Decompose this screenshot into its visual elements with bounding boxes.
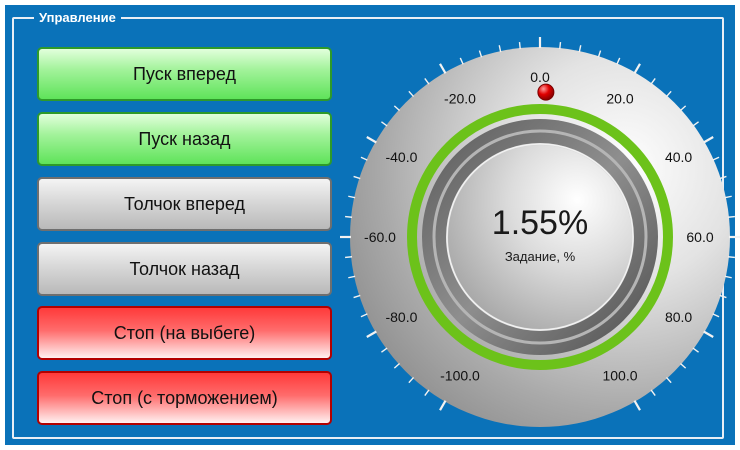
dial-minor-tick [665, 90, 672, 98]
dial-minor-tick [345, 215, 353, 218]
dial-minor-tick [679, 105, 687, 112]
dial-minor-tick [712, 313, 720, 318]
dial-minor-tick [665, 376, 672, 384]
dial-minor-tick [424, 78, 430, 85]
dial-minor-tick [381, 347, 388, 353]
dial-minor-tick [712, 156, 720, 161]
dial-minor-tick [381, 121, 388, 127]
dial-major-tick [703, 136, 714, 144]
dial-major-tick [703, 330, 714, 338]
dial-minor-tick [424, 389, 430, 396]
dial-minor-tick [719, 175, 727, 180]
dial-major-tick [633, 63, 641, 74]
dial-minor-tick [345, 256, 353, 259]
dial-scale-label: 80.0 [665, 309, 692, 325]
dial-caption: Задание, % [505, 249, 576, 264]
dial-scale-label: -60.0 [364, 229, 396, 245]
dial-scale-label: 40.0 [665, 149, 692, 165]
dial-minor-tick [597, 50, 602, 58]
dial-minor-tick [724, 275, 732, 279]
dial-minor-tick [353, 294, 361, 299]
dial-scale-label: -40.0 [385, 149, 417, 165]
dial-scale-label: 60.0 [686, 229, 713, 245]
dial-minor-tick [692, 121, 699, 127]
dial-minor-tick [348, 275, 356, 279]
dial-minor-tick [679, 362, 687, 369]
dial-major-tick [366, 330, 377, 338]
dial-scale-label: -80.0 [385, 309, 417, 325]
dial-minor-tick [727, 215, 735, 218]
dial-scale-label: -100.0 [440, 368, 480, 384]
dial-minor-tick [348, 195, 356, 199]
dial-minor-tick [478, 50, 483, 58]
dial-minor-tick [360, 156, 368, 161]
dial-scale-label: -20.0 [444, 90, 476, 106]
dial-minor-tick [360, 313, 368, 318]
dial-scale-label: 100.0 [602, 368, 637, 384]
dial-minor-tick [559, 42, 562, 50]
dial-minor-tick [459, 57, 464, 65]
dial-value: 1.55% [492, 204, 588, 242]
dial-major-tick [366, 136, 377, 144]
dial-minor-tick [393, 362, 401, 369]
dial-minor-tick [393, 105, 401, 112]
dial-scale-label: 20.0 [606, 90, 633, 106]
dial-minor-tick [578, 45, 582, 53]
setpoint-dial[interactable]: -100.0 -80.0 -60.0 -40.0 -20.0 0.0 20.0 40.0 60.… [0, 0, 740, 450]
dial-minor-tick [727, 256, 735, 259]
dial-major-tick [633, 400, 641, 411]
dial-minor-tick [498, 45, 502, 53]
dial-major-tick [439, 400, 447, 411]
dial-position-indicator[interactable] [537, 83, 555, 101]
dial-minor-tick [650, 389, 656, 396]
dial-minor-tick [408, 376, 415, 384]
dial-minor-tick [518, 42, 521, 50]
dial-minor-tick [616, 57, 621, 65]
dial-minor-tick [692, 347, 699, 353]
dial-minor-tick [719, 294, 727, 299]
dial-major-tick [439, 63, 447, 74]
dial-minor-tick [408, 90, 415, 98]
dial-minor-tick [724, 195, 732, 199]
dial-minor-tick [353, 175, 361, 180]
dial-minor-tick [650, 78, 656, 85]
dial-scale-label: 0.0 [530, 69, 550, 85]
